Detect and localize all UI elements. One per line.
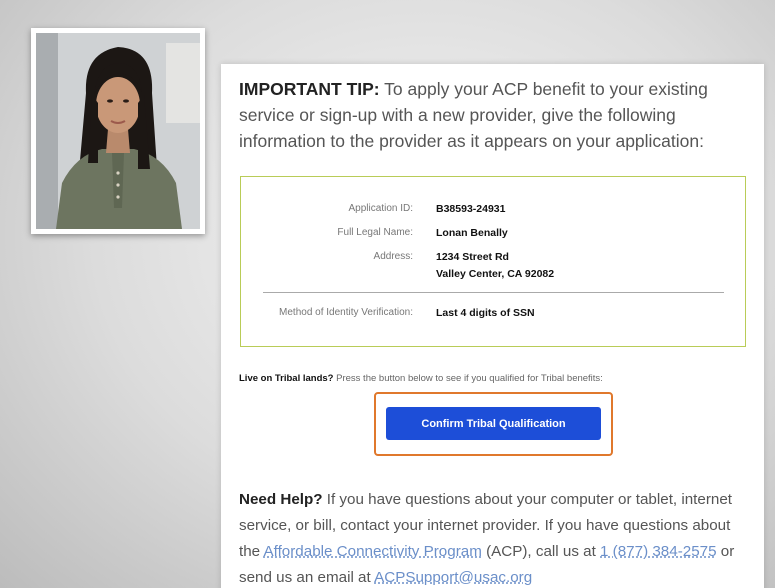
full-name-row: Full Legal Name: xyxy=(241,227,413,241)
tribal-lands-prompt: Live on Tribal lands? Press the button b… xyxy=(239,373,603,384)
need-help-text: Need Help? If you have questions about y… xyxy=(239,487,754,588)
presenter-photo xyxy=(36,33,200,229)
full-name-label: Full Legal Name: xyxy=(263,227,413,238)
tribal-question: Live on Tribal lands? xyxy=(239,373,334,384)
full-name-value: Lonan Benally xyxy=(436,225,508,242)
address-row: Address: xyxy=(241,251,413,265)
confirm-tribal-qualification-button[interactable]: Confirm Tribal Qualification xyxy=(386,407,601,440)
details-divider xyxy=(263,292,724,293)
phone-link[interactable]: 1 (877) 384-2575 xyxy=(600,543,717,560)
address-line1-value: 1234 Street Rd xyxy=(436,249,509,266)
support-email-link[interactable]: ACPSupport@usac.org xyxy=(374,569,532,586)
tribal-instruction: Press the button below to see if you qua… xyxy=(334,373,603,384)
verification-method-value: Last 4 digits of SSN xyxy=(436,305,535,322)
tip-heading: IMPORTANT TIP: xyxy=(239,79,380,99)
address-label: Address: xyxy=(263,251,413,262)
important-tip: IMPORTANT TIP: To apply your ACP benefit… xyxy=(239,76,744,154)
help-heading: Need Help? xyxy=(239,491,323,508)
presenter-photo-frame xyxy=(31,28,205,234)
verification-method-label: Method of Identity Verification: xyxy=(243,307,413,318)
application-id-label: Application ID: xyxy=(263,203,413,214)
verification-method-row: Method of Identity Verification: xyxy=(263,307,413,321)
address-line2-value: Valley Center, CA 92082 xyxy=(436,266,554,283)
button-highlight: Confirm Tribal Qualification xyxy=(374,392,613,456)
application-id-value: B38593-24931 xyxy=(436,201,505,218)
acp-application-card: IMPORTANT TIP: To apply your ACP benefit… xyxy=(221,64,764,588)
acp-program-link[interactable]: Affordable Connectivity Program xyxy=(264,543,482,560)
presenter-image xyxy=(36,33,200,229)
application-id-row: Application ID: xyxy=(241,203,413,217)
application-details-box: Application ID: B38593-24931 Full Legal … xyxy=(240,176,746,347)
help-text-2: (ACP), call us at xyxy=(482,543,600,560)
